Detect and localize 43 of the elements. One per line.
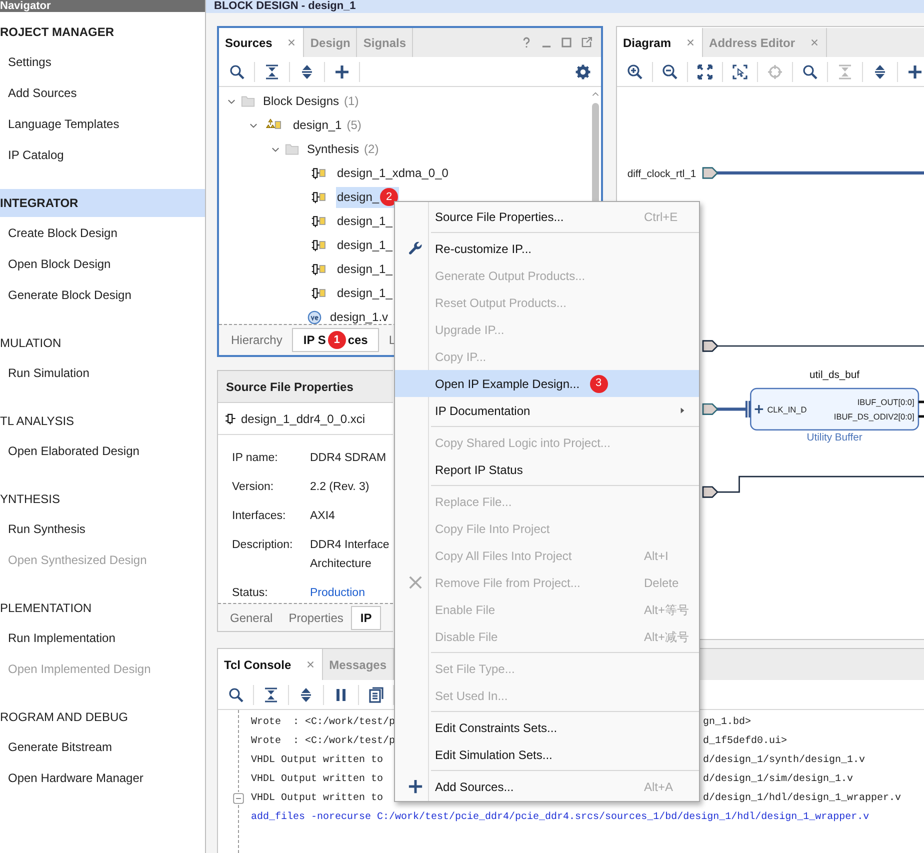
- item-count: (5): [346, 117, 362, 134]
- console-output: d_1f5defd0.ui>: [703, 734, 788, 749]
- pin-label: CLK_IN_D: [767, 405, 807, 414]
- console-output: VHDL Output written to: [251, 793, 384, 804]
- field-value: DDR4 SDRAM: [310, 451, 386, 466]
- step-badge: 2: [380, 188, 398, 206]
- field-label: IP name:: [232, 451, 279, 466]
- field-label: Interfaces:: [232, 509, 287, 524]
- shortcut-label: Delete: [644, 574, 679, 592]
- block-type: Utility Buffer: [806, 432, 862, 444]
- console-output: d/design_1/sim/design_1.v: [703, 772, 854, 787]
- port-label: diff_clock_rtl_1: [627, 169, 696, 180]
- console-output: Wrote : <C:/work/test/p: [251, 736, 396, 747]
- panel-title: Navigator: [0, 0, 51, 12]
- console-output: Wrote : <C:/work/test/p: [251, 717, 396, 728]
- field-value: DDR4 Interface: [310, 538, 390, 553]
- shortcut-label: Alt+A: [644, 778, 674, 796]
- shortcut-label: Alt+等号: [644, 602, 690, 618]
- step-badge: 3: [590, 374, 608, 392]
- field-label: Version:: [232, 480, 275, 495]
- console-output: gn_1.bd>: [703, 716, 752, 730]
- header-title: BLOCK DESIGN - design_1: [213, 0, 357, 13]
- pin-label: IBUF_OUT[0:0]: [857, 398, 914, 408]
- console-output: d/design_1/synth/design_1.v: [703, 754, 866, 768]
- field-value: 2.2 (Rev. 3): [310, 480, 370, 495]
- console-output: VHDL Output written to: [251, 774, 384, 785]
- panel-header: Source File Properties: [218, 371, 393, 403]
- field-value: Architecture: [310, 557, 372, 572]
- field-value: AXI4: [310, 509, 335, 524]
- block-name: util_ds_buf: [810, 370, 860, 382]
- field-label: Status:: [232, 586, 269, 601]
- console-output: d/design_1/hdl/design_1_wrapper.v: [703, 792, 902, 806]
- shortcut-label: Ctrl+E: [644, 208, 678, 226]
- item-count: (1): [344, 93, 359, 110]
- console-output: VHDL Output written to: [251, 755, 384, 766]
- shortcut-label: Alt+I: [644, 548, 668, 564]
- file-name: design_1_ddr4_0_0.xci: [241, 410, 366, 428]
- item-count: (2): [364, 141, 379, 158]
- shortcut-label: Alt+减号: [644, 628, 690, 646]
- console-command: add_files -norecurse C:/work/test/pcie_ddr4/pcie_ddr4.srcs/sources_1/bd/design_1/hdl/design_1_wrapper.v: [251, 810, 870, 825]
- step-badge: 1: [328, 331, 346, 349]
- field-label: Description:: [232, 538, 294, 553]
- pin-label: IBUF_DS_ODIV2[0:0]: [834, 412, 914, 422]
